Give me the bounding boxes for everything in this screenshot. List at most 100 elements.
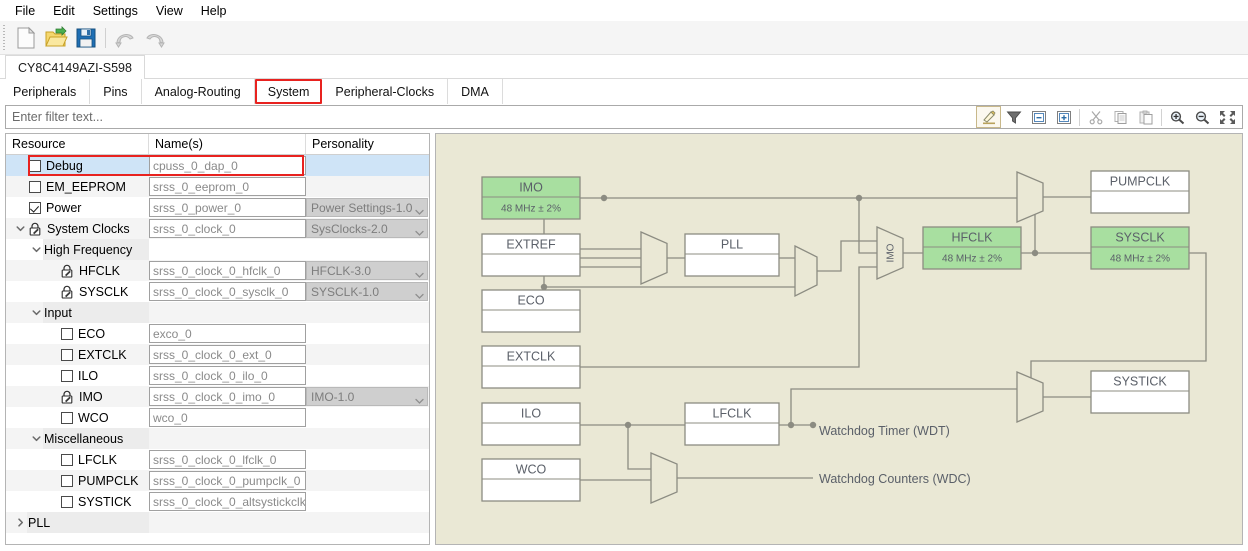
tree-row-imo[interactable]: IMO srss_0_clock_0_imo_0 IMO-1.0 [6, 386, 429, 407]
resource-checkbox[interactable] [29, 180, 41, 193]
mux-wdc-mux[interactable] [650, 452, 678, 504]
name-input[interactable]: srss_0_clock_0_imo_0 [149, 387, 306, 406]
block-extref[interactable]: EXTREF [481, 233, 581, 277]
resource-checkbox[interactable] [29, 201, 41, 214]
save-button[interactable] [71, 23, 101, 53]
cut-button[interactable] [1083, 106, 1108, 128]
resource-checkbox[interactable] [29, 159, 41, 172]
menu-view[interactable]: View [147, 2, 192, 20]
personality-select[interactable]: Power Settings-1.0 [306, 198, 428, 217]
tree-row-systick[interactable]: SYSTICK srss_0_clock_0_altsystickclk_0 [6, 491, 429, 512]
menu-settings[interactable]: Settings [84, 2, 147, 20]
menu-help[interactable]: Help [192, 2, 236, 20]
tree-row-pll[interactable]: PLL [6, 512, 429, 533]
personality-select[interactable]: IMO-1.0 [306, 387, 428, 406]
resource-checkbox[interactable] [61, 327, 73, 340]
block-sysclk[interactable]: SYSCLK 48 MHz ± 2% [1090, 226, 1190, 270]
block-eco[interactable]: ECO [481, 289, 581, 333]
name-input[interactable]: srss_0_clock_0_sysclk_0 [149, 282, 306, 301]
name-input[interactable]: wco_0 [149, 408, 306, 427]
expand-all-button[interactable] [1051, 106, 1076, 128]
tab-peripherals[interactable]: Peripherals [0, 79, 91, 104]
tree-row-system-clocks[interactable]: System Clocks srss_0_clock_0 SysClocks-2.0 [6, 218, 429, 239]
tree-twisty[interactable] [30, 428, 43, 449]
tree-row-extclk[interactable]: EXTCLK srss_0_clock_0_ext_0 [6, 344, 429, 365]
tree-row-wco[interactable]: WCO wco_0 [6, 407, 429, 428]
tree-row-miscellaneous[interactable]: Miscellaneous [6, 428, 429, 449]
column-header-names[interactable]: Name(s) [149, 134, 306, 154]
lock-icon-wrap[interactable] [60, 390, 74, 404]
personality-select[interactable]: SysClocks-2.0 [306, 219, 428, 238]
tree-twisty[interactable] [14, 218, 27, 239]
block-wco[interactable]: WCO [481, 458, 581, 502]
tab-peripheral-clocks[interactable]: Peripheral-Clocks [322, 79, 449, 104]
toolbar-grip[interactable] [2, 24, 8, 51]
lock-icon-wrap[interactable] [60, 285, 74, 299]
name-input[interactable]: srss_0_power_0 [149, 198, 306, 217]
block-pumpclk[interactable]: PUMPCLK [1090, 170, 1190, 214]
personality-select[interactable]: HFCLK-3.0 [306, 261, 428, 280]
zoom-out-button[interactable] [1190, 106, 1215, 128]
name-input[interactable]: srss_0_eeprom_0 [149, 177, 306, 196]
resource-checkbox[interactable] [61, 369, 73, 382]
block-ilo[interactable]: ILO [481, 402, 581, 446]
tree-row-pumpclk[interactable]: PUMPCLK srss_0_clock_0_pumpclk_0 [6, 470, 429, 491]
tree-row-power[interactable]: Power srss_0_power_0 Power Settings-1.0 [6, 197, 429, 218]
tree-twisty[interactable] [30, 239, 43, 260]
tree-twisty[interactable] [14, 512, 27, 533]
name-input[interactable]: srss_0_clock_0 [149, 219, 306, 238]
block-extclk[interactable]: EXTCLK [481, 345, 581, 389]
tree-row-eco[interactable]: ECO exco_0 [6, 323, 429, 344]
tree-row-sysclk[interactable]: SYSCLK srss_0_clock_0_sysclk_0 SYSCLK-1.0 [6, 281, 429, 302]
personality-select[interactable]: SYSCLK-1.0 [306, 282, 428, 301]
collapse-all-button[interactable] [1026, 106, 1051, 128]
mux-pumpclk-mux[interactable] [1016, 171, 1044, 223]
filter-button[interactable] [1001, 106, 1026, 128]
tree-row-ilo[interactable]: ILO srss_0_clock_0_ilo_0 [6, 365, 429, 386]
tab-system[interactable]: System [254, 79, 323, 104]
tree-row-hfclk[interactable]: HFCLK srss_0_clock_0_hfclk_0 HFCLK-3.0 [6, 260, 429, 281]
resource-checkbox[interactable] [61, 453, 73, 466]
block-systick[interactable]: SYSTICK [1090, 370, 1190, 414]
name-input[interactable]: cpuss_0_dap_0 [149, 156, 306, 175]
copy-button[interactable] [1108, 106, 1133, 128]
name-input[interactable]: srss_0_clock_0_hfclk_0 [149, 261, 306, 280]
mux-pll-input-mux[interactable] [640, 231, 668, 285]
column-header-personality[interactable]: Personality [306, 134, 429, 154]
menu-file[interactable]: File [6, 2, 44, 20]
column-header-resource[interactable]: Resource [6, 134, 149, 154]
resource-checkbox[interactable] [61, 411, 73, 424]
block-imo[interactable]: IMO 48 MHz ± 2% [481, 176, 581, 220]
tree-row-em-eeprom[interactable]: EM_EEPROM srss_0_eeprom_0 [6, 176, 429, 197]
block-pll[interactable]: PLL [684, 233, 780, 277]
name-input[interactable]: srss_0_clock_0_ilo_0 [149, 366, 306, 385]
highlight-button[interactable] [976, 106, 1001, 128]
filter-input[interactable] [6, 106, 976, 128]
tab-pins[interactable]: Pins [90, 79, 142, 104]
zoom-in-button[interactable] [1165, 106, 1190, 128]
document-tab-cy8c4149azi-s598[interactable]: CY8C4149AZI-S598 [5, 55, 145, 79]
lock-icon-wrap[interactable] [60, 264, 74, 278]
tree-twisty[interactable] [30, 302, 43, 323]
tree-row-debug[interactable]: Debug cpuss_0_dap_0 [6, 155, 429, 176]
lock-icon-wrap[interactable] [28, 222, 42, 236]
mux-hfclk-mux[interactable]: IMO [876, 226, 904, 280]
name-input[interactable]: srss_0_clock_0_pumpclk_0 [149, 471, 306, 490]
fit-to-screen-button[interactable] [1215, 106, 1240, 128]
mux-hf-source-mux[interactable] [794, 244, 818, 298]
block-hfclk[interactable]: HFCLK 48 MHz ± 2% [922, 226, 1022, 270]
resource-checkbox[interactable] [61, 495, 73, 508]
tab-analog-routing[interactable]: Analog-Routing [141, 79, 255, 104]
resource-checkbox[interactable] [61, 474, 73, 487]
clock-diagram-panel[interactable]: IMO IMO 48 MHz ± 2% EXTREF ECO EXTCLK ILO WCO P… [435, 133, 1243, 545]
tree-row-input[interactable]: Input [6, 302, 429, 323]
tree-row-high-frequency[interactable]: High Frequency [6, 239, 429, 260]
paste-button[interactable] [1133, 106, 1158, 128]
undo-button[interactable] [110, 23, 140, 53]
open-file-button[interactable] [41, 23, 71, 53]
new-file-button[interactable] [11, 23, 41, 53]
name-input[interactable]: srss_0_clock_0_ext_0 [149, 345, 306, 364]
block-lfclk[interactable]: LFCLK [684, 402, 780, 446]
redo-button[interactable] [140, 23, 170, 53]
resource-checkbox[interactable] [61, 348, 73, 361]
